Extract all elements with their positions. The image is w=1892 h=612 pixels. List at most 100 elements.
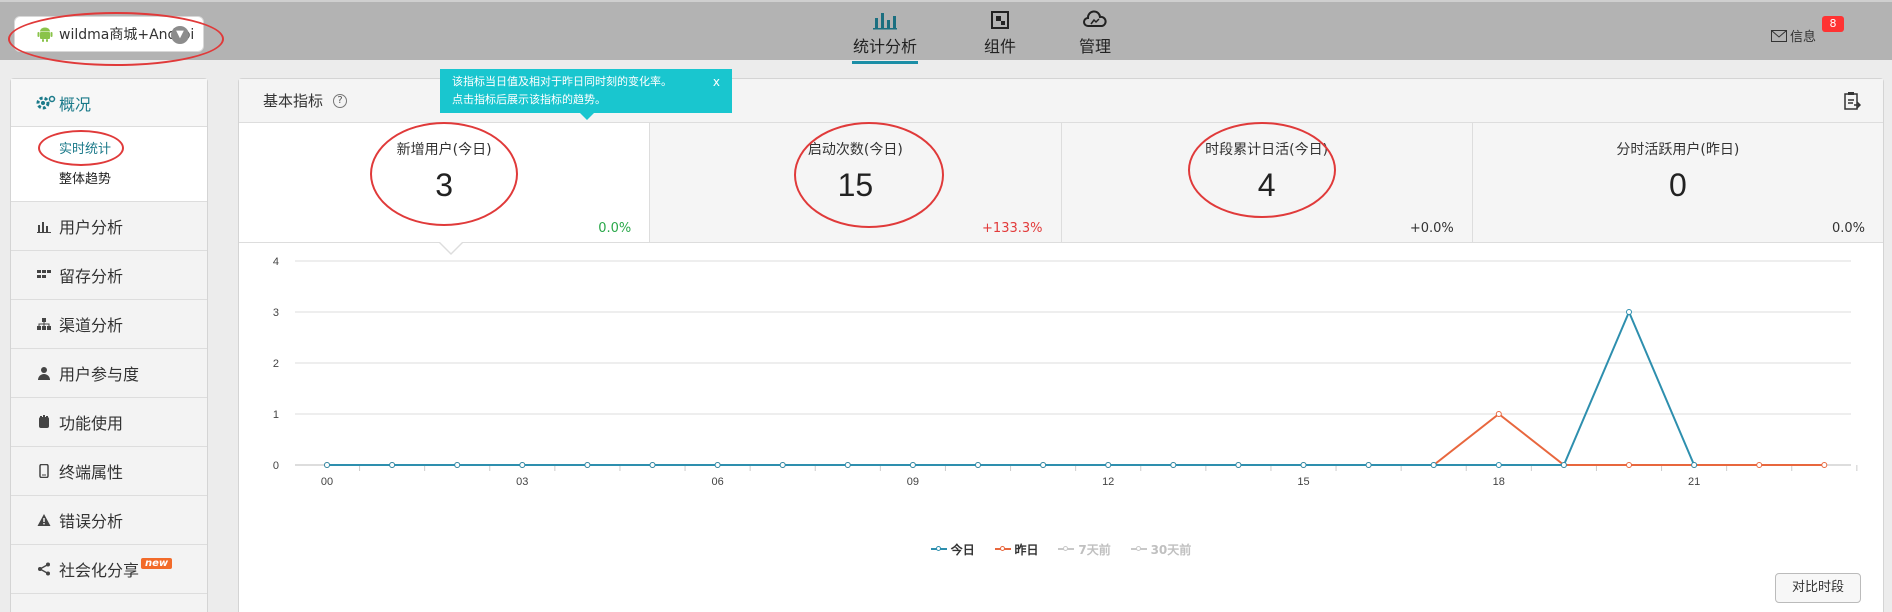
- gear-icon: [36, 95, 56, 109]
- metric-label: 分时活跃用户(昨日): [1616, 142, 1740, 158]
- data-point: [779, 462, 786, 468]
- sidebar-item-retention[interactable]: 留存分析: [11, 251, 207, 300]
- metric-change: 0.0%: [598, 221, 632, 236]
- sidebar-header-overview[interactable]: 概况: [11, 79, 207, 127]
- sidebar-item-device[interactable]: 终端属性: [11, 447, 207, 496]
- sidebar-sub-trend[interactable]: 整体趋势: [11, 165, 207, 195]
- x-tick-label: 09: [907, 476, 919, 488]
- x-tick-label: 00: [321, 476, 333, 488]
- legend-label: 7天前: [1078, 542, 1111, 557]
- tooltip-line: 该指标当日值及相对于昨日同时刻的变化率。: [452, 75, 672, 88]
- panel-title: 基本指标: [263, 92, 324, 110]
- export-icon[interactable]: [1843, 91, 1861, 111]
- message-count-badge: 8: [1822, 16, 1844, 32]
- x-tick-label: 15: [1297, 476, 1309, 488]
- nav-statistics[interactable]: 统计分析: [852, 10, 918, 64]
- nav-label: 管理: [1078, 37, 1111, 56]
- hand-icon: [39, 415, 49, 428]
- sidebar-item-label: 功能使用: [59, 414, 124, 433]
- close-icon[interactable]: x: [713, 73, 720, 91]
- data-point: [714, 462, 721, 468]
- metric-value: 15: [837, 167, 874, 203]
- metric-launches[interactable]: 启动次数(今日) 15 +133.3%: [650, 123, 1062, 242]
- data-point: [1365, 462, 1372, 468]
- tooltip-line: 点击指标后展示该指标的趋势。: [452, 93, 606, 106]
- legend-today[interactable]: 今日: [930, 541, 975, 558]
- metric-value: 4: [1257, 167, 1276, 203]
- legend-label: 今日: [950, 542, 975, 557]
- messages-label: 信息: [1789, 30, 1816, 45]
- x-tick-label: 21: [1688, 476, 1700, 488]
- compare-period-button[interactable]: 对比时段: [1775, 573, 1861, 603]
- data-point: [389, 462, 396, 468]
- user-icon: [38, 367, 50, 380]
- sidebar-item-social-share[interactable]: 社会化分享 new: [11, 545, 207, 594]
- data-point: [649, 462, 656, 468]
- sidebar-item-feature-usage[interactable]: 功能使用: [11, 398, 207, 447]
- phone-icon: [39, 464, 49, 478]
- legend-label: 30天前: [1150, 542, 1192, 557]
- help-icon[interactable]: ?: [333, 93, 348, 108]
- metric-value: 0: [1668, 167, 1687, 203]
- metric-label: 启动次数(今日): [807, 142, 903, 158]
- data-point: [1495, 462, 1502, 468]
- data-point: [844, 462, 851, 468]
- x-tick-label: 03: [516, 476, 528, 488]
- data-point: [1560, 462, 1567, 468]
- trend-chart: 0123400 03 06 09 12 15 18 21: [273, 256, 1858, 488]
- metric-daily-active[interactable]: 时段累计日活(今日) 4 +0.0%: [1061, 123, 1473, 242]
- metric-change: +0.0%: [1409, 221, 1454, 236]
- data-point: [454, 462, 461, 468]
- metric-hourly-active[interactable]: 分时活跃用户(昨日) 0 0.0%: [1472, 123, 1883, 242]
- data-point: [1105, 462, 1112, 468]
- new-badge: new: [141, 557, 173, 569]
- sidebar-item-label: 用户分析: [59, 218, 124, 237]
- sidebar-item-label: 渠道分析: [59, 316, 124, 335]
- sidebar-item-label: 留存分析: [59, 267, 124, 286]
- metric-change: +133.3%: [982, 221, 1043, 236]
- data-point: [1040, 462, 1047, 468]
- nav-label: 统计分析: [852, 37, 917, 56]
- series-line-today: [327, 309, 1696, 466]
- legend-label: 昨日: [1014, 542, 1039, 557]
- sidebar-item-label: 社会化分享: [59, 561, 140, 580]
- legend-7-days-ago[interactable]: 7天前: [1058, 541, 1111, 558]
- sidebar-item-label: 错误分析: [59, 512, 124, 531]
- sidebar-item-engagement[interactable]: 用户参与度: [11, 349, 207, 398]
- data-point: [584, 462, 591, 468]
- metric-cards: 新增用户(今日) 3 0.0% 启动次数(今日) 15 +133.3% 时段累计…: [239, 123, 1883, 243]
- cloud-icon: [1083, 10, 1107, 27]
- metric-label: 新增用户(今日): [396, 142, 492, 158]
- data-point: [909, 462, 916, 468]
- data-point: [1170, 462, 1177, 468]
- y-tick-label: 0: [273, 460, 279, 472]
- bar-chart-icon: [37, 222, 51, 233]
- top-bar: wildma商城+Androi ▼ 统计分析 组件 管理 信息 8: [0, 0, 1892, 64]
- nav-components[interactable]: 组件: [980, 10, 1020, 57]
- active-underline: [852, 61, 918, 64]
- messages-link[interactable]: 信息 8: [1770, 16, 1844, 45]
- nav-management[interactable]: 管理: [1075, 10, 1115, 57]
- legend-7-days-swatch: [1058, 546, 1075, 551]
- y-tick-label: 4: [273, 256, 279, 268]
- series-line-yesterday: [327, 412, 1825, 466]
- y-tick-label: 3: [273, 307, 279, 319]
- legend-30-days-ago[interactable]: 30天前: [1130, 541, 1192, 558]
- envelope-icon: [1770, 29, 1787, 42]
- metric-new-users[interactable]: 新增用户(今日) 3 0.0%: [239, 123, 651, 242]
- legend-yesterday[interactable]: 昨日: [994, 541, 1039, 558]
- sidebar-sub-realtime[interactable]: 实时统计: [11, 135, 207, 165]
- sidebar-item-channel[interactable]: 渠道分析: [11, 300, 207, 349]
- bar-chart-icon: [873, 13, 897, 30]
- data-point: [519, 462, 526, 468]
- y-tick-label: 1: [273, 409, 279, 421]
- metric-tooltip: 该指标当日值及相对于昨日同时刻的变化率。 点击指标后展示该指标的趋势。 x: [440, 69, 732, 120]
- sidebar-item-errors[interactable]: 错误分析: [11, 496, 207, 545]
- legend-30-days-swatch: [1130, 546, 1147, 551]
- metric-label: 时段累计日活(今日): [1205, 142, 1329, 158]
- sidebar: 概况 实时统计 整体趋势 用户分析 留存分析 渠道分析 用户参与度 功能使用 终…: [10, 78, 208, 612]
- data-point: [1626, 462, 1632, 468]
- data-point: [1821, 462, 1828, 468]
- sidebar-item-user-analysis[interactable]: 用户分析: [11, 202, 207, 251]
- legend-yesterday-swatch: [994, 546, 1011, 551]
